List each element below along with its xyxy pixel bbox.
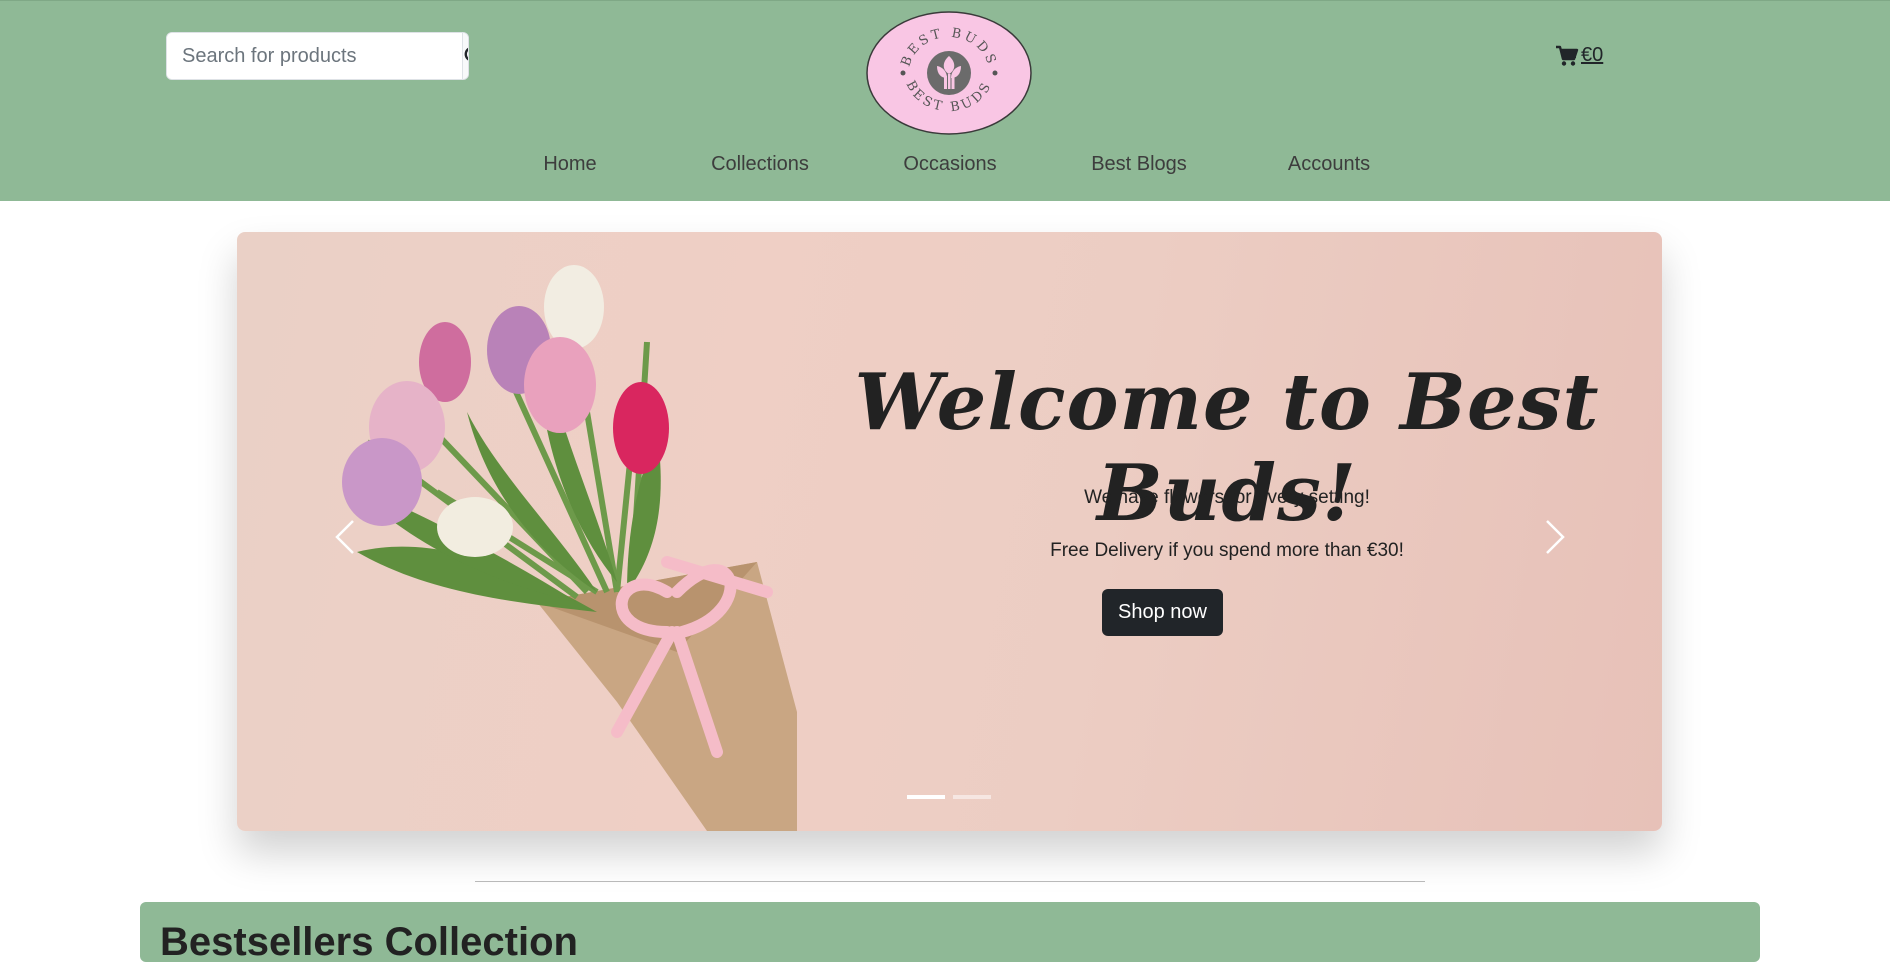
carousel-indicator-1[interactable] bbox=[907, 795, 945, 799]
search-input[interactable] bbox=[167, 33, 462, 79]
hero-subtitle-2: Free Delivery if you spend more than €30… bbox=[1050, 540, 1404, 561]
search-button[interactable] bbox=[462, 33, 468, 79]
main-nav: Home Collections Occasions Best Blogs Ac… bbox=[0, 153, 1890, 183]
hero-carousel: Welcome to Best Buds! We have flowers fo… bbox=[237, 232, 1662, 831]
shop-now-button[interactable]: Shop now bbox=[1102, 589, 1223, 636]
bestsellers-section: Bestsellers Collection bbox=[140, 902, 1760, 962]
hero-title: Welcome to Best Buds! bbox=[854, 357, 1600, 539]
site-header: BEST BUDS BEST BUDS €0 Home Collections … bbox=[0, 0, 1890, 201]
cart-total: €0 bbox=[1581, 44, 1604, 66]
search-icon bbox=[464, 47, 468, 61]
section-title: Bestsellers Collection bbox=[160, 920, 578, 962]
chevron-left-icon bbox=[335, 520, 354, 554]
nav-occasions[interactable]: Occasions bbox=[903, 153, 996, 176]
nav-accounts[interactable]: Accounts bbox=[1288, 153, 1370, 176]
nav-home[interactable]: Home bbox=[543, 153, 596, 176]
carousel-indicators bbox=[907, 795, 991, 799]
carousel-indicator-2[interactable] bbox=[953, 795, 991, 799]
carousel-prev-button[interactable] bbox=[325, 512, 365, 562]
nav-collections[interactable]: Collections bbox=[711, 153, 809, 176]
search-bar bbox=[166, 32, 469, 80]
hero-subtitle-1: We have flowers for every setting! bbox=[1084, 487, 1370, 508]
nav-best-blogs[interactable]: Best Blogs bbox=[1091, 153, 1187, 176]
cart-icon bbox=[1556, 45, 1579, 66]
cart-link[interactable]: €0 bbox=[1555, 44, 1603, 67]
brand-logo[interactable]: BEST BUDS BEST BUDS bbox=[865, 10, 1033, 136]
section-divider bbox=[475, 881, 1425, 882]
